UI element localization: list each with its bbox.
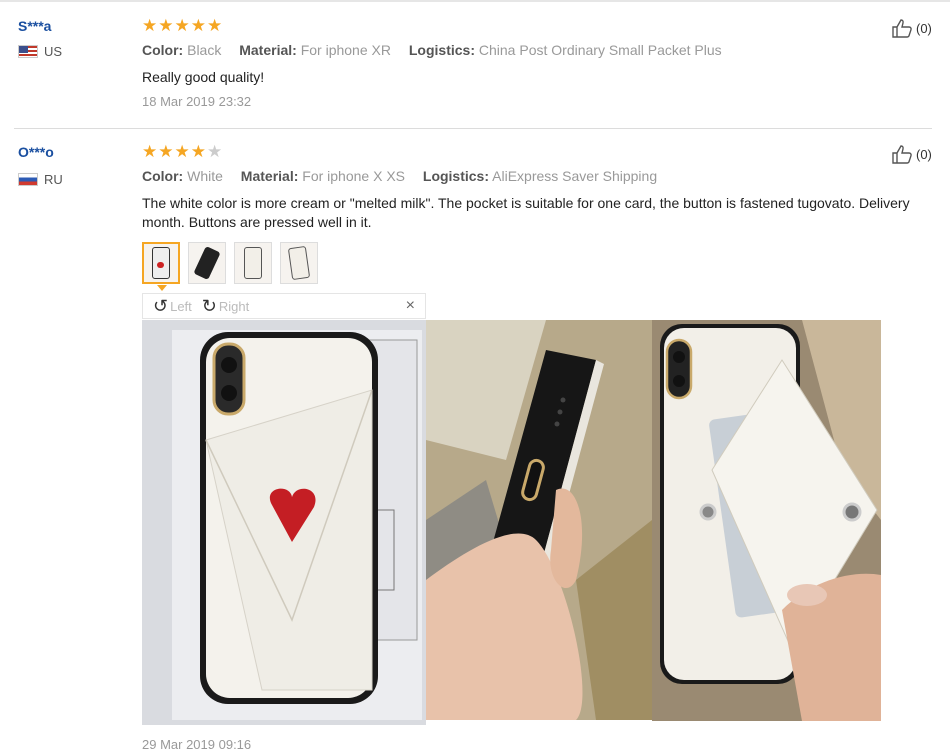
image-viewer-toolbar: ↺ Left ↻ Right × [142, 293, 426, 319]
country-code: RU [44, 172, 63, 187]
helpful-button[interactable]: (0) [891, 18, 932, 38]
phone-case-side-in-hand-photo[interactable] [426, 320, 652, 720]
us-flag-icon [18, 45, 38, 58]
color-label: Color: [142, 168, 184, 184]
rotate-right-button[interactable]: ↻ Right [202, 296, 249, 317]
ru-flag-icon [18, 173, 38, 186]
review-text: Really good quality! [142, 69, 265, 85]
phone-case-package-photo[interactable] [142, 320, 426, 725]
rating-stars: ★★★★★ [142, 16, 223, 36]
thumbs-up-icon [892, 19, 912, 38]
photo-illustration: СБЕРБАНК [652, 320, 881, 721]
rotate-left-icon: ↺ [153, 295, 169, 316]
reviewer-country: US [18, 44, 62, 59]
review-date: 18 Mar 2019 23:32 [142, 94, 252, 109]
photo-illustration [142, 320, 426, 725]
rotate-right-label: Right [218, 298, 250, 314]
star-icon: ★ [190, 142, 207, 161]
helpful-button[interactable]: (0) [891, 144, 932, 164]
logistics-label: Logistics: [422, 168, 490, 184]
country-code: US [44, 44, 63, 59]
like-count: (0) [916, 146, 932, 162]
reviewer-country: RU [18, 172, 63, 187]
star-icon: ★ [207, 16, 224, 35]
photo-thumbnail[interactable] [234, 242, 272, 284]
photo-thumbnails [142, 242, 318, 284]
review-date: 29 Mar 2019 09:16 [142, 737, 252, 752]
star-icon: ★ [190, 16, 207, 35]
logistics-value: China Post Ordinary Small Packet Plus [478, 42, 722, 58]
close-icon[interactable]: × [406, 297, 415, 315]
reviewer-name[interactable]: S***a [18, 18, 51, 34]
photo-thumbnail[interactable] [280, 242, 318, 284]
order-info: Color: White Material: For iphone X XS L… [142, 168, 671, 184]
star-icon: ★ [142, 16, 159, 35]
star-empty-icon: ★ [207, 142, 224, 161]
rotate-right-icon: ↻ [201, 295, 217, 316]
logistics-value: AliExpress Saver Shipping [492, 168, 658, 184]
review-divider [14, 128, 932, 129]
phone-case-card-pocket-photo[interactable]: СБЕРБАНК [652, 320, 881, 721]
star-icon: ★ [174, 142, 191, 161]
like-count: (0) [916, 20, 932, 36]
rotate-left-button[interactable]: ↺ Left [153, 296, 192, 317]
thumbs-up-icon [892, 145, 912, 164]
order-info: Color: Black Material: For iphone XR Log… [142, 42, 736, 58]
star-icon: ★ [174, 16, 191, 35]
color-label: Color: [142, 42, 184, 58]
top-border [0, 0, 950, 2]
material-label: Material: [240, 168, 299, 184]
color-value: Black [187, 42, 222, 58]
color-value: White [187, 168, 223, 184]
photo-illustration [426, 320, 652, 720]
rating-stars: ★★★★★ [142, 142, 223, 162]
reviewer-name[interactable]: O***o [18, 144, 54, 160]
rotate-left-label: Left [170, 298, 192, 314]
material-value: For iphone XR [300, 42, 391, 58]
material-value: For iphone X XS [302, 168, 405, 184]
active-thumb-indicator [157, 285, 167, 291]
star-icon: ★ [158, 142, 175, 161]
star-icon: ★ [158, 16, 175, 35]
star-icon: ★ [142, 142, 159, 161]
material-label: Material: [239, 42, 297, 58]
photo-thumbnail[interactable] [142, 242, 180, 284]
photo-thumbnail[interactable] [188, 242, 226, 284]
review-text: The white color is more cream or "melted… [142, 195, 910, 230]
logistics-label: Logistics: [408, 42, 475, 58]
